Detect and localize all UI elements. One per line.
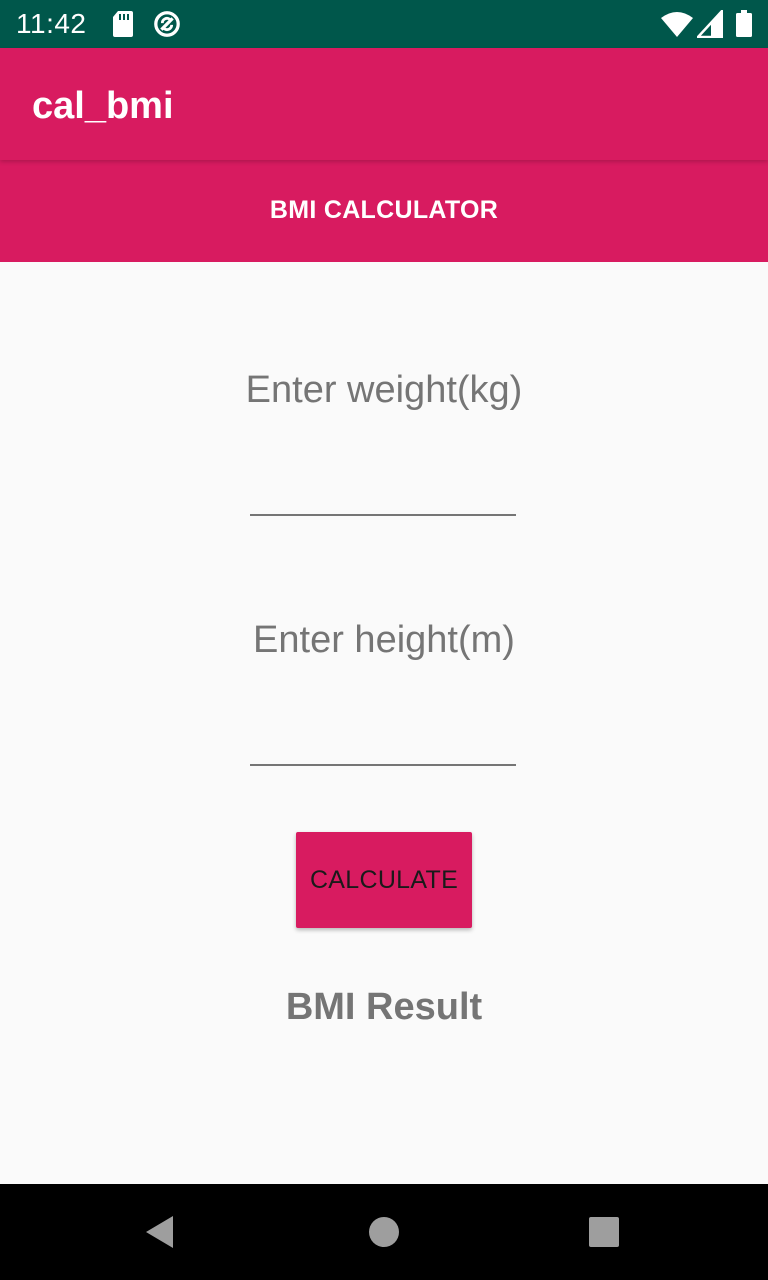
- sync-icon: [154, 11, 180, 37]
- bmi-result: BMI Result: [285, 986, 483, 1028]
- status-time: 11:42: [16, 8, 87, 39]
- back-button[interactable]: [136, 1208, 184, 1256]
- battery-icon: [736, 10, 752, 37]
- weight-input[interactable]: [250, 474, 516, 516]
- banner-title: BMI CALCULATOR: [269, 195, 499, 224]
- sd-card-icon: [113, 11, 133, 37]
- height-label: Enter height(m): [253, 619, 515, 661]
- app-title: cal_bmi: [32, 85, 174, 127]
- navigation-bar: [0, 1184, 768, 1280]
- status-bar: 11:42: [0, 0, 768, 48]
- screen: 11:42 cal_bmi BMI CALCULATOR Enter weigh…: [0, 0, 768, 1280]
- home-icon: [369, 1217, 399, 1247]
- recents-button[interactable]: [580, 1208, 628, 1256]
- home-button[interactable]: [360, 1208, 408, 1256]
- height-input[interactable]: [250, 724, 516, 766]
- back-icon: [146, 1216, 173, 1248]
- header-banner: BMI CALCULATOR: [0, 160, 768, 262]
- recents-icon: [589, 1217, 619, 1247]
- weight-label: Enter weight(kg): [245, 369, 523, 411]
- wifi-icon: [661, 12, 693, 37]
- calculate-button[interactable]: CALCULATE: [296, 832, 472, 928]
- signal-icon: [697, 10, 723, 38]
- app-bar: cal_bmi: [0, 48, 768, 160]
